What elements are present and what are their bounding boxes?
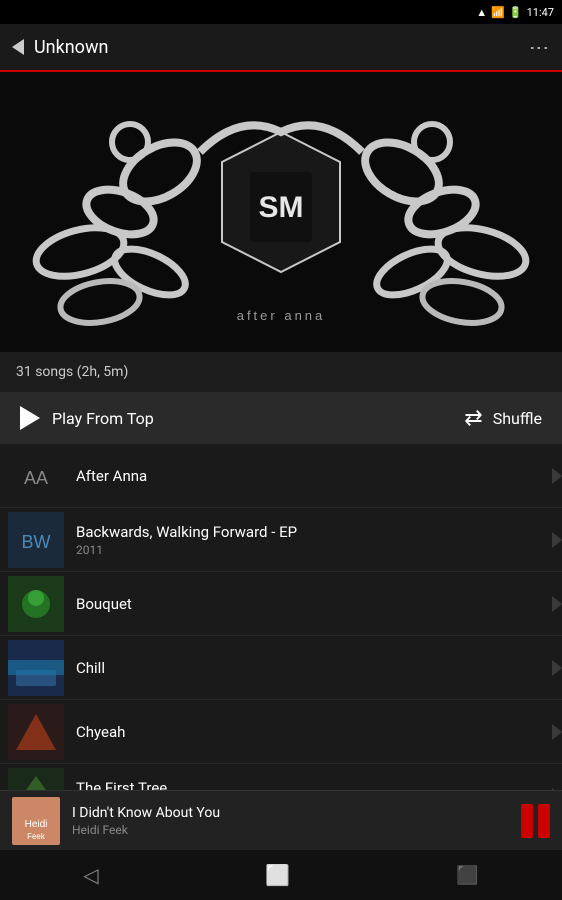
- list-item[interactable]: Chill: [0, 636, 562, 700]
- songs-bar: 31 songs (2h, 5m): [0, 352, 562, 392]
- song-thumbnail: [8, 576, 64, 632]
- play-icon: [20, 406, 40, 430]
- song-title: After Anna: [76, 467, 562, 485]
- song-info: Chill: [76, 659, 562, 677]
- chevron-right-icon: [552, 444, 562, 507]
- home-nav-button[interactable]: ⬜: [265, 863, 290, 887]
- songs-count: 31 songs (2h, 5m): [16, 364, 128, 380]
- shuffle-button[interactable]: ⇄ Shuffle: [464, 406, 542, 431]
- now-playing-info: I Didn't Know About You Heidi Feek: [72, 805, 521, 837]
- song-subtitle: 2011: [76, 543, 562, 557]
- now-playing-title: I Didn't Know About You: [72, 805, 521, 821]
- list-item[interactable]: The First Tree 2007: [0, 764, 562, 790]
- shuffle-label: Shuffle: [493, 409, 542, 428]
- song-thumbnail: BW: [8, 512, 64, 568]
- now-playing-thumbnail: Heidi Feek: [12, 797, 60, 845]
- status-bar: ▲ 📶 🔋 11:47: [0, 0, 562, 24]
- list-item[interactable]: Chyeah: [0, 700, 562, 764]
- top-bar-title: Unknown: [34, 37, 108, 58]
- song-thumbnail: AA: [8, 448, 64, 504]
- list-item[interactable]: BW Backwards, Walking Forward - EP 2011: [0, 508, 562, 572]
- svg-text:after anna: after anna: [237, 308, 326, 323]
- pause-button[interactable]: [521, 804, 550, 838]
- wifi-icon: 📶: [491, 6, 505, 19]
- list-item[interactable]: AA After Anna: [0, 444, 562, 508]
- svg-text:Heidi: Heidi: [25, 819, 48, 830]
- signal-icon: ▲: [476, 6, 487, 19]
- chevron-right-icon: [552, 572, 562, 635]
- svg-text:Feek: Feek: [27, 832, 46, 841]
- song-list: AA After Anna BW Backwards, Walking Forw…: [0, 444, 562, 790]
- pause-rect-left: [521, 804, 533, 838]
- song-info: After Anna: [76, 467, 562, 485]
- now-playing-bar[interactable]: Heidi Feek I Didn't Know About You Heidi …: [0, 790, 562, 850]
- nav-bar: ◁ ⬜ ⬛: [0, 850, 562, 900]
- play-label: Play From Top: [52, 409, 154, 428]
- clock: 11:47: [527, 6, 554, 19]
- svg-text:BW: BW: [22, 532, 51, 552]
- back-arrow-icon[interactable]: [12, 39, 24, 55]
- chevron-right-icon: [552, 508, 562, 571]
- hero-svg: SM after anna: [0, 72, 562, 352]
- song-title: Chill: [76, 659, 562, 677]
- song-title: Chyeah: [76, 723, 562, 741]
- song-title: Bouquet: [76, 595, 562, 613]
- battery-icon: 🔋: [509, 6, 523, 19]
- chevron-right-icon: [552, 636, 562, 699]
- chevron-right-icon: [552, 700, 562, 763]
- now-playing-controls[interactable]: [521, 804, 550, 838]
- controls-bar[interactable]: Play From Top ⇄ Shuffle: [0, 392, 562, 444]
- song-info: Backwards, Walking Forward - EP 2011: [76, 523, 562, 557]
- song-thumbnail: [8, 768, 64, 791]
- song-title: The First Tree: [76, 779, 562, 791]
- more-options-icon[interactable]: ⋮: [526, 36, 550, 58]
- song-thumbnail: [8, 640, 64, 696]
- song-thumbnail: [8, 704, 64, 760]
- play-from-top-button[interactable]: Play From Top: [20, 406, 154, 430]
- chevron-right-icon: [552, 764, 562, 790]
- svg-text:AA: AA: [24, 468, 48, 488]
- shuffle-icon: ⇄: [464, 406, 482, 431]
- list-item[interactable]: Bouquet: [0, 572, 562, 636]
- status-icons: ▲ 📶 🔋 11:47: [476, 6, 554, 19]
- now-playing-artist: Heidi Feek: [72, 823, 521, 837]
- song-info: Chyeah: [76, 723, 562, 741]
- svg-text:SM: SM: [259, 191, 304, 224]
- recent-nav-button[interactable]: ⬛: [456, 865, 478, 886]
- song-info: Bouquet: [76, 595, 562, 613]
- hero-image: SM after anna: [0, 72, 562, 352]
- song-info: The First Tree 2007: [76, 779, 562, 791]
- top-bar-left[interactable]: Unknown: [12, 37, 108, 58]
- top-bar: Unknown ⋮: [0, 24, 562, 72]
- back-nav-button[interactable]: ◁: [83, 863, 98, 887]
- pause-rect-right: [538, 804, 550, 838]
- song-title: Backwards, Walking Forward - EP: [76, 523, 562, 541]
